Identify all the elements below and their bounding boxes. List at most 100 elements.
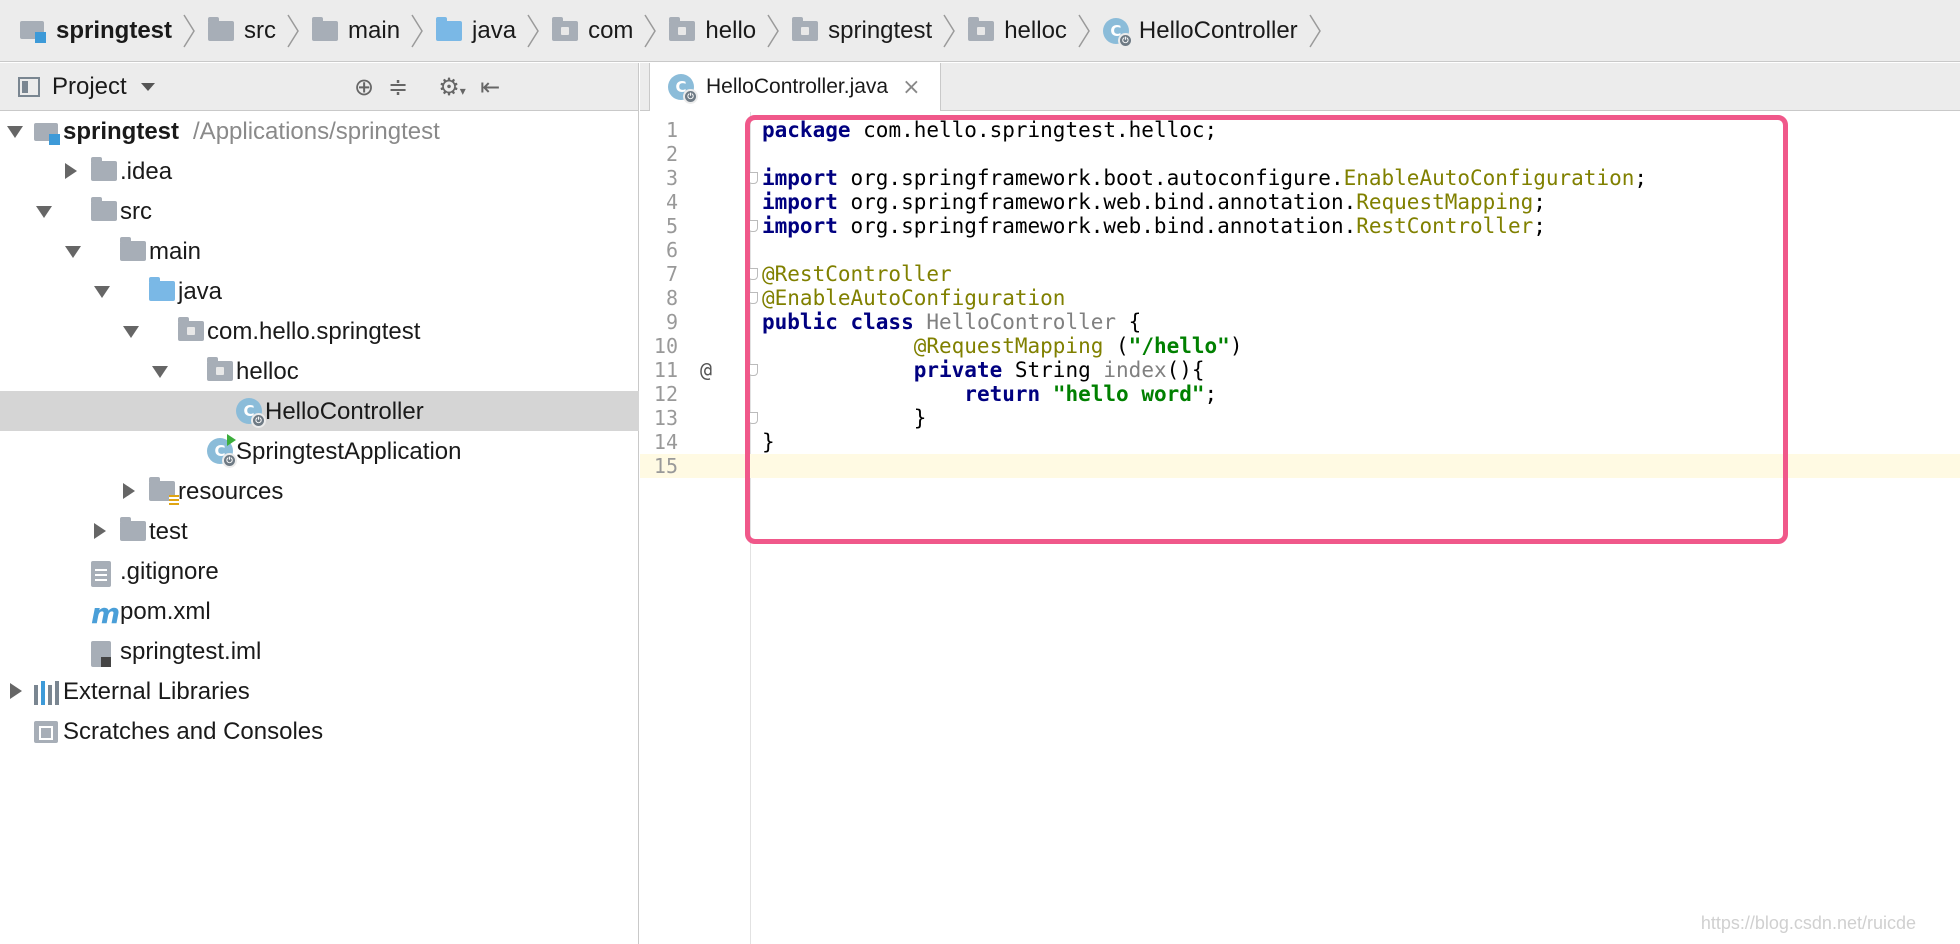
tree-item[interactable]: resources [0, 471, 639, 511]
tree-item[interactable]: com.hello.springtest [0, 311, 639, 351]
expanded-arrow-icon[interactable] [36, 206, 52, 218]
breadcrumb: springtest src main java com hello springtest h… [0, 0, 1960, 62]
maven-icon: m [91, 597, 121, 630]
spring-boot-app-icon: C ⏻ [207, 434, 237, 468]
collapsed-arrow-icon[interactable] [94, 523, 106, 539]
tree-item-label: .gitignore [120, 558, 219, 586]
tree-item[interactable]: .idea [0, 151, 639, 191]
tree-item-name: springtest [63, 118, 180, 145]
tree-item-name: test [149, 518, 188, 545]
project-icon [34, 121, 60, 145]
line-number: 13 [653, 406, 678, 430]
expanded-arrow-icon[interactable] [7, 126, 23, 138]
tree-item-name: java [178, 278, 223, 305]
tree-item-label: com.hello.springtest [207, 318, 420, 346]
tree-item[interactable]: helloc [0, 351, 639, 391]
line-number: 11 [653, 358, 678, 382]
line-number: 4 [665, 190, 678, 214]
highlight-box [745, 115, 1788, 544]
tree-item[interactable]: src [0, 191, 639, 231]
watermark: https://blog.csdn.net/ruicde [1700, 913, 1916, 933]
collapsed-arrow-icon[interactable] [65, 163, 77, 179]
tab-label: HelloController.java [706, 75, 889, 98]
breadcrumb-item[interactable]: src [208, 0, 312, 62]
tree-item[interactable]: C ⏻ HelloController [0, 391, 639, 431]
line-number: 15 [653, 454, 678, 478]
hide-panel-icon[interactable]: ⇤ [476, 73, 504, 101]
tree-item[interactable]: main [0, 231, 639, 271]
tree-item-name: HelloController [265, 398, 424, 425]
tree-item-label: main [149, 238, 201, 266]
tree-item-name: SpringtestApplication [236, 438, 462, 465]
breadcrumb-label: hello [705, 16, 757, 44]
project-view-icon [18, 76, 40, 97]
folder-icon [91, 197, 117, 221]
project-path: /Applications/springtest [193, 118, 440, 145]
package-icon [968, 16, 995, 41]
breadcrumb-item[interactable]: springtest [20, 0, 208, 62]
tree-item-label: resources [178, 478, 283, 506]
breadcrumb-separator-icon [644, 14, 657, 47]
locate-icon[interactable]: ⊕ [350, 73, 378, 101]
tree-item[interactable]: java [0, 271, 639, 311]
package-icon [178, 317, 204, 341]
breadcrumb-separator-icon [287, 14, 299, 47]
tree-item[interactable]: test [0, 511, 639, 551]
line-number: 5 [665, 214, 678, 238]
expanded-arrow-icon[interactable] [123, 326, 139, 338]
breadcrumb-item[interactable]: hello [669, 0, 792, 62]
expanded-arrow-icon[interactable] [94, 286, 110, 298]
source-folder-icon [436, 16, 463, 41]
collapsed-arrow-icon[interactable] [123, 483, 135, 499]
request-mapping-gutter-icon[interactable]: @ [700, 358, 712, 382]
tree-item-name: com.hello.springtest [207, 318, 421, 345]
breadcrumb-item[interactable]: helloc [968, 0, 1103, 62]
breadcrumb-separator-icon [527, 14, 539, 47]
tree-item[interactable]: springtest.iml [0, 631, 639, 671]
collapsed-arrow-icon[interactable] [10, 683, 22, 699]
package-icon [792, 16, 819, 41]
project-panel-header: Project ⊕ ≑ ⚙▾ ⇤ [0, 63, 638, 111]
libraries-icon [34, 681, 60, 705]
tab-hellocontroller-java[interactable]: C ⏻ HelloController.java × [649, 63, 941, 111]
breadcrumb-item[interactable]: com [552, 0, 669, 62]
collapse-all-icon[interactable]: ≑ [384, 73, 412, 101]
line-number: 2 [665, 142, 678, 166]
breadcrumb-label: src [244, 16, 277, 44]
project-panel: Project ⊕ ≑ ⚙▾ ⇤ springtest/Applications… [0, 63, 639, 944]
folder-icon [120, 237, 146, 261]
folder-icon [91, 157, 117, 181]
tree-item-label: SpringtestApplication [236, 438, 461, 466]
tree-item-name: Scratches and Consoles [63, 718, 324, 745]
tree-item[interactable]: External Libraries [0, 671, 639, 711]
breadcrumb-item[interactable]: java [436, 0, 552, 62]
package-icon [552, 16, 579, 41]
tree-item-name: .idea [120, 158, 173, 185]
breadcrumb-item[interactable]: C ⏻ HelloController [1102, 0, 1334, 62]
folder-icon [120, 517, 146, 541]
tree-item-name: .gitignore [120, 558, 219, 585]
folder-icon [208, 16, 235, 41]
line-number: 9 [665, 310, 678, 334]
tree-item-label: helloc [236, 358, 299, 386]
gear-icon[interactable]: ⚙▾ [432, 73, 472, 101]
expanded-arrow-icon[interactable] [152, 366, 168, 378]
tree-item[interactable]: C ⏻ SpringtestApplication [0, 431, 639, 471]
chevron-down-icon[interactable] [140, 82, 155, 91]
expanded-arrow-icon[interactable] [65, 246, 81, 258]
breadcrumb-item[interactable]: springtest [792, 0, 968, 62]
spring-class-icon: C ⏻ [1102, 17, 1133, 48]
breadcrumb-item[interactable]: main [312, 0, 436, 62]
tree-item[interactable]: m pom.xml [0, 591, 639, 631]
tree-item-name: main [149, 238, 202, 265]
tree-item[interactable]: .gitignore [0, 551, 639, 591]
spring-class-icon: C ⏻ [236, 398, 266, 428]
tree-item[interactable]: springtest/Applications/springtest [0, 111, 639, 151]
breadcrumb-label: main [348, 16, 401, 44]
tree-item-label: External Libraries [63, 678, 250, 706]
tree-item[interactable]: Scratches and Consoles [0, 711, 639, 751]
close-icon[interactable]: × [902, 75, 920, 100]
project-view-selector[interactable]: Project [52, 73, 127, 101]
tree-item-label: springtest.iml [120, 638, 261, 666]
line-number: 10 [653, 334, 678, 358]
